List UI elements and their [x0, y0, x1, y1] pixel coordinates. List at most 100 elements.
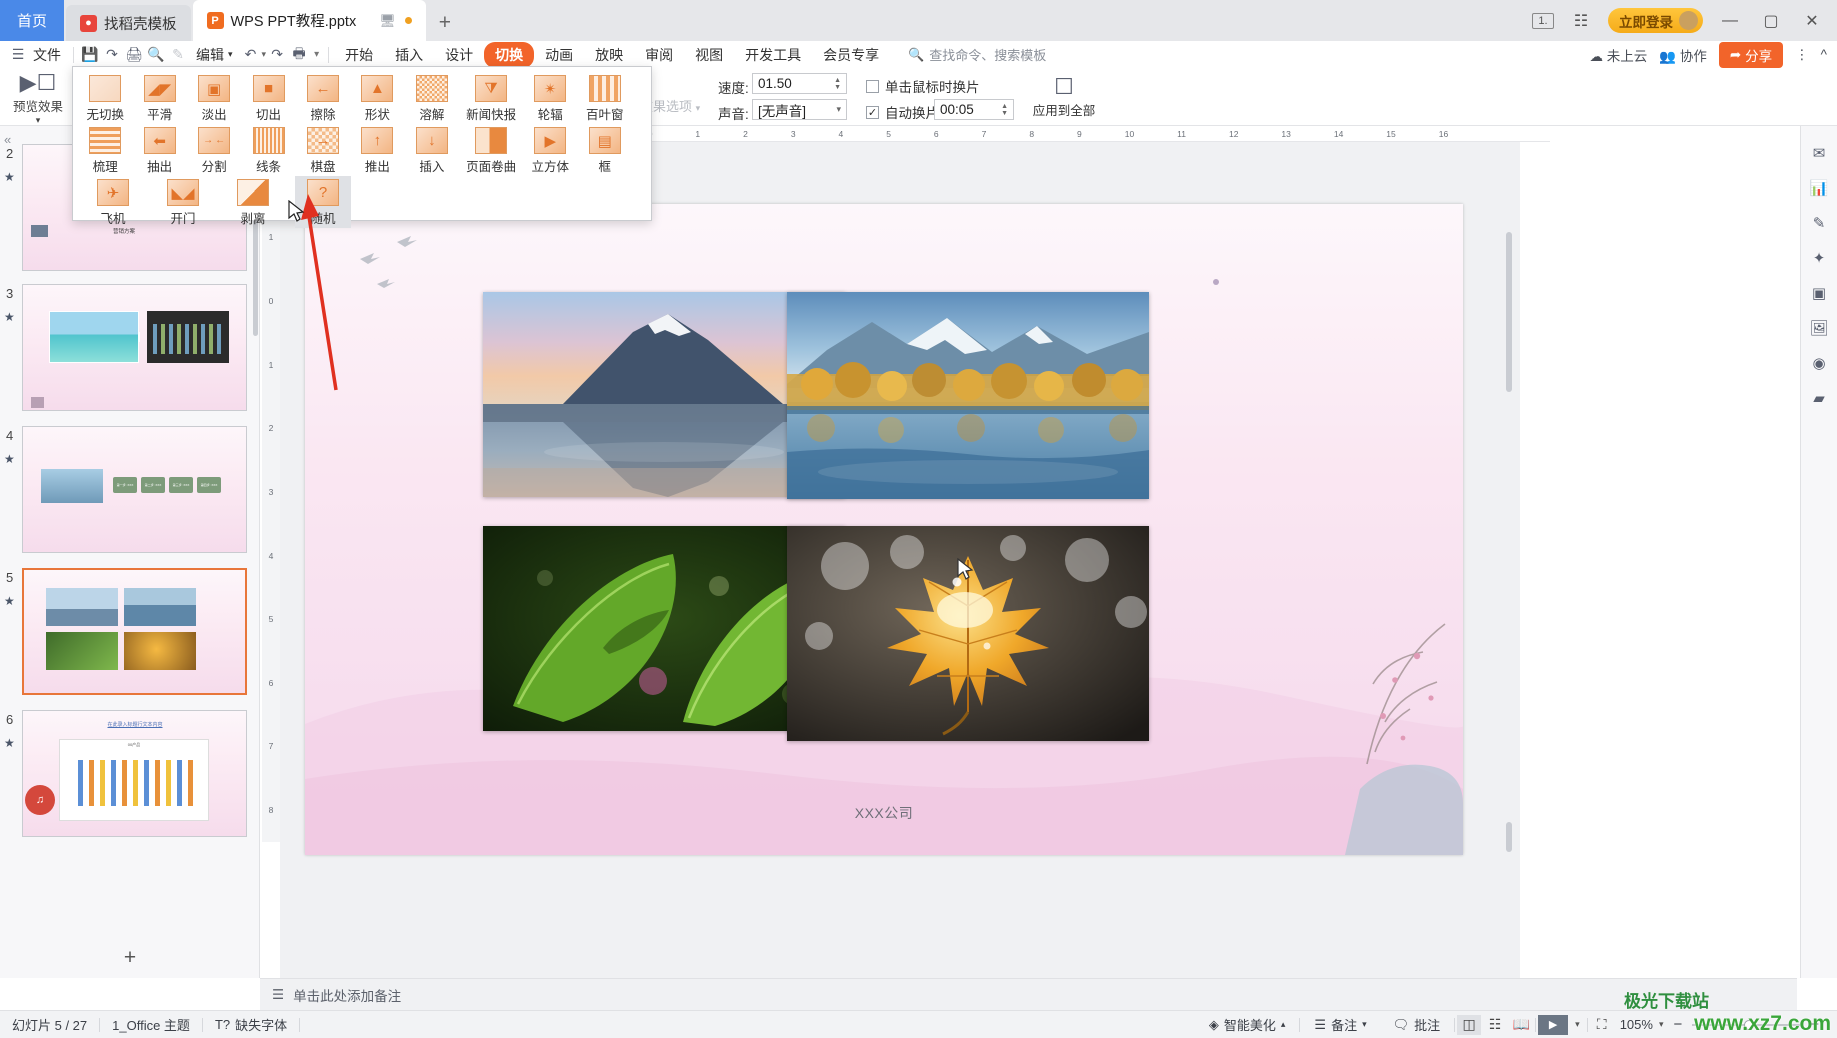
- fit-to-window-icon[interactable]: ⛶: [1590, 1015, 1614, 1035]
- tab-ppt-document[interactable]: P WPS PPT教程.pptx 🖥: [192, 0, 426, 41]
- transition-page-curl[interactable]: 页面卷曲: [466, 124, 516, 176]
- transition-gallery-popup[interactable]: 无切换 ◢◤ 平滑 ▣ 淡出 ■ 切出 ← 擦除 ▲ 形状 溶解 ⧩ 新闻快报 …: [72, 66, 652, 228]
- print-icon[interactable]: 🖨: [123, 45, 145, 64]
- share-button[interactable]: ➦ 分享: [1718, 41, 1784, 68]
- close-button[interactable]: ✕: [1798, 11, 1826, 31]
- transition-star-icon[interactable]: ★: [4, 594, 15, 608]
- transition-morph[interactable]: ◢◤ 平滑: [139, 72, 179, 124]
- print-preview-icon[interactable]: 🔍: [145, 45, 167, 64]
- slide-thumbnail-panel[interactable]: 2 ★ 详细介绍产品 营销方案 3 ★ 4 ★ 第一步: XXX 第二步: XX…: [0, 126, 260, 978]
- chevron-down-icon[interactable]: ▾: [836, 105, 841, 114]
- reading-view-icon[interactable]: 📖: [1509, 1015, 1533, 1035]
- transition-star-icon[interactable]: ★: [4, 452, 15, 466]
- transition-lines[interactable]: 线条: [248, 124, 288, 176]
- play-chevron-down-icon[interactable]: ▾: [1570, 1019, 1585, 1030]
- transition-cube[interactable]: ▶ 立方体: [530, 124, 570, 176]
- maximize-button[interactable]: ▢: [1757, 11, 1785, 31]
- new-tab-button[interactable]: +: [426, 5, 464, 41]
- slide-sorter-icon[interactable]: ☷: [1483, 1015, 1507, 1035]
- font-missing-status[interactable]: T? 缺失字体: [203, 1015, 299, 1034]
- crop-icon[interactable]: ▣: [1812, 284, 1826, 302]
- transition-pull-out[interactable]: ⬅ 抽出: [139, 124, 179, 176]
- notes-toggle-button[interactable]: ☰ 备注 ▾: [1302, 1015, 1378, 1034]
- transition-peel[interactable]: 剥离: [225, 176, 281, 228]
- text-tool-icon[interactable]: ✎: [1813, 214, 1826, 232]
- spinner-icon[interactable]: ▲ ▼: [1001, 103, 1008, 117]
- spinner-icon[interactable]: ▲ ▼: [834, 77, 841, 91]
- transition-star-icon[interactable]: ★: [4, 736, 15, 750]
- transition-door[interactable]: ◣◢ 开门: [155, 176, 211, 228]
- zoom-out-button[interactable]: −: [1665, 1016, 1690, 1033]
- collaborate-button[interactable]: 👥 协作: [1659, 45, 1707, 65]
- slide-counter[interactable]: 幻灯片 5 / 27: [0, 1015, 99, 1034]
- comment-button[interactable]: 🗨 批注: [1381, 1015, 1453, 1034]
- transition-box[interactable]: ▤ 框: [585, 124, 625, 176]
- undo-icon[interactable]: ↶: [240, 45, 262, 64]
- minimize-button[interactable]: —: [1716, 12, 1744, 30]
- auto-advance-checkbox[interactable]: ✓ 自动换片:: [866, 102, 943, 122]
- transition-none[interactable]: 无切换: [85, 72, 125, 124]
- save-as-icon[interactable]: ↷: [101, 45, 123, 64]
- collapse-panel-icon[interactable]: «: [4, 132, 11, 147]
- transition-shape[interactable]: ▲ 形状: [357, 72, 397, 124]
- tab-list-icon[interactable]: 1.: [1532, 12, 1554, 29]
- add-slide-button[interactable]: +: [0, 946, 259, 970]
- play-icon[interactable]: ▶: [1538, 1014, 1569, 1035]
- grid-view-icon[interactable]: ☷: [1567, 11, 1595, 31]
- transition-wheel[interactable]: ✴ 轮辐: [530, 72, 570, 124]
- file-menu[interactable]: ☰ 文件: [0, 41, 68, 68]
- more-options-icon[interactable]: ⋮: [1795, 47, 1809, 63]
- transition-push[interactable]: ↑ 推出: [357, 124, 397, 176]
- transition-star-icon[interactable]: ★: [4, 170, 15, 184]
- zoom-chevron-down-icon[interactable]: ▾: [1659, 1019, 1664, 1030]
- transition-airplane[interactable]: ✈ 飞机: [85, 176, 141, 228]
- tab-developer-tools[interactable]: 开发工具: [734, 42, 812, 68]
- click-advance-checkbox[interactable]: 单击鼠标时换片: [866, 76, 980, 96]
- shape-icon[interactable]: ▰: [1813, 389, 1825, 407]
- home-tab[interactable]: 首页: [0, 0, 64, 41]
- slide-thumb-4[interactable]: 第一步: XXX 第二步: XXX 第三步: XXX 第四步: XXX: [22, 426, 247, 553]
- tab-animation[interactable]: 动画: [534, 42, 584, 68]
- tab-slideshow[interactable]: 放映: [584, 42, 634, 68]
- transition-comb[interactable]: 梳理: [85, 124, 125, 176]
- transition-dissolve[interactable]: 溶解: [412, 72, 452, 124]
- transition-newsflash[interactable]: ⧩ 新闻快报: [466, 72, 516, 124]
- edit-mode-dropdown[interactable]: 编辑 ▾: [189, 41, 240, 68]
- redo-icon[interactable]: ↷: [266, 45, 288, 64]
- transition-split[interactable]: → ← 分割: [194, 124, 234, 176]
- smart-beautify-button[interactable]: ◈ 智能美化 ▴: [1197, 1015, 1298, 1034]
- print-direct-icon[interactable]: 🖶: [288, 45, 310, 64]
- login-button[interactable]: 立即登录: [1608, 8, 1703, 33]
- picture-icon[interactable]: 🖼: [1809, 319, 1828, 337]
- decorate-icon[interactable]: ✦: [1813, 249, 1826, 267]
- edit-doc-icon[interactable]: ✎: [167, 45, 189, 64]
- canvas-vertical-scrollbar[interactable]: [1506, 232, 1512, 392]
- slide-thumb-5[interactable]: [22, 568, 247, 695]
- tab-view[interactable]: 视图: [684, 42, 734, 68]
- speed-input[interactable]: 01.50 ▲ ▼: [752, 73, 847, 94]
- notes-pane[interactable]: ☰ 单击此处添加备注: [260, 978, 1797, 1010]
- apply-to-all-button[interactable]: ☐ 应用到全部: [1025, 74, 1103, 119]
- chart-tool-icon[interactable]: 📊: [1810, 179, 1829, 197]
- tab-member-exclusive[interactable]: 会员专享: [812, 42, 890, 68]
- current-slide[interactable]: XXX公司: [305, 204, 1463, 855]
- tab-template-store[interactable]: ● 找稻壳模板: [66, 5, 191, 41]
- transition-cut[interactable]: ■ 切出: [248, 72, 288, 124]
- search-command-box[interactable]: 🔍 查找命令、搜索模板: [908, 45, 1046, 64]
- transition-fade[interactable]: ▣ 淡出: [194, 72, 234, 124]
- collapse-ribbon-icon[interactable]: ^: [1821, 47, 1827, 62]
- sound-select[interactable]: [无声音] ▾: [752, 99, 847, 120]
- present-screen-icon[interactable]: 🖥: [379, 13, 396, 29]
- slide-thumb-3[interactable]: [22, 284, 247, 411]
- slide-thumb-6[interactable]: 在此录入标题行文本内容 00产品 ♫: [22, 710, 247, 837]
- tab-review[interactable]: 审阅: [634, 42, 684, 68]
- save-icon[interactable]: 💾: [79, 45, 101, 64]
- theme-name[interactable]: 1_Office 主题: [100, 1015, 202, 1034]
- transition-insert[interactable]: ↓ 插入: [412, 124, 452, 176]
- qat-chevron-down-icon[interactable]: ▾: [310, 49, 323, 60]
- transition-checkerboard[interactable]: → 棋盘: [303, 124, 343, 176]
- preview-effect-button[interactable]: ▶☐ 预览效果 ▾: [8, 70, 68, 126]
- canvas-scroll-end[interactable]: [1506, 822, 1512, 852]
- cloud-status[interactable]: ☁ 未上云: [1590, 45, 1648, 65]
- tab-insert[interactable]: 插入: [384, 42, 434, 68]
